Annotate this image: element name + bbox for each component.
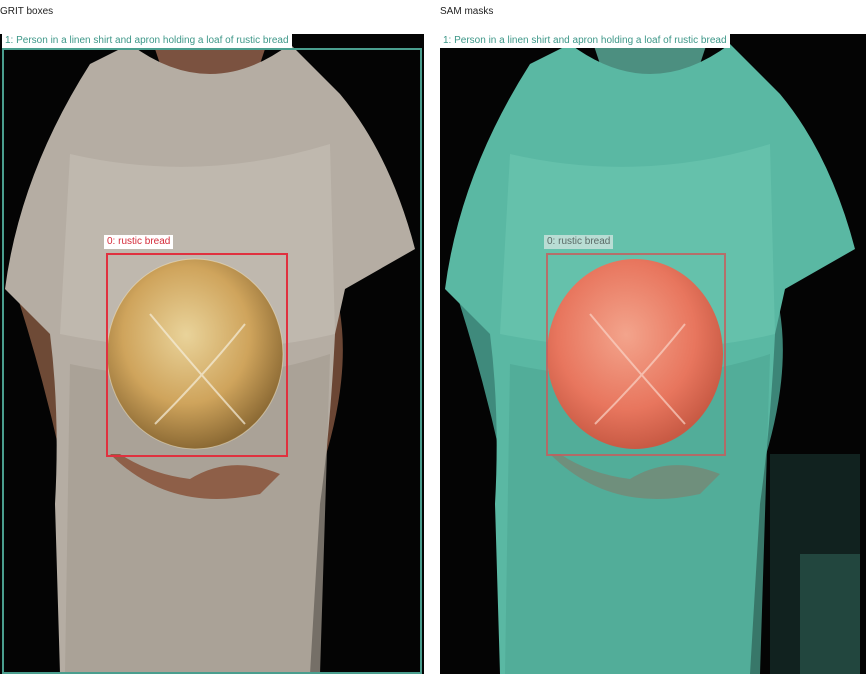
- right-panel-title: SAM masks: [440, 6, 494, 17]
- bread-box: [546, 253, 726, 456]
- left-photo: 1: Person in a linen shirt and apron hol…: [0, 34, 424, 674]
- bread-label: 0: rustic bread: [104, 235, 174, 249]
- person-label: 1: Person in a linen shirt and apron hol…: [440, 34, 730, 48]
- person-label: 1: Person in a linen shirt and apron hol…: [2, 34, 292, 48]
- right-photo: 1: Person in a linen shirt and apron hol…: [440, 34, 866, 674]
- bread-box: [106, 253, 288, 457]
- left-panel-title: GRIT boxes: [0, 6, 54, 17]
- bread-label: 0: rustic bread: [544, 235, 614, 249]
